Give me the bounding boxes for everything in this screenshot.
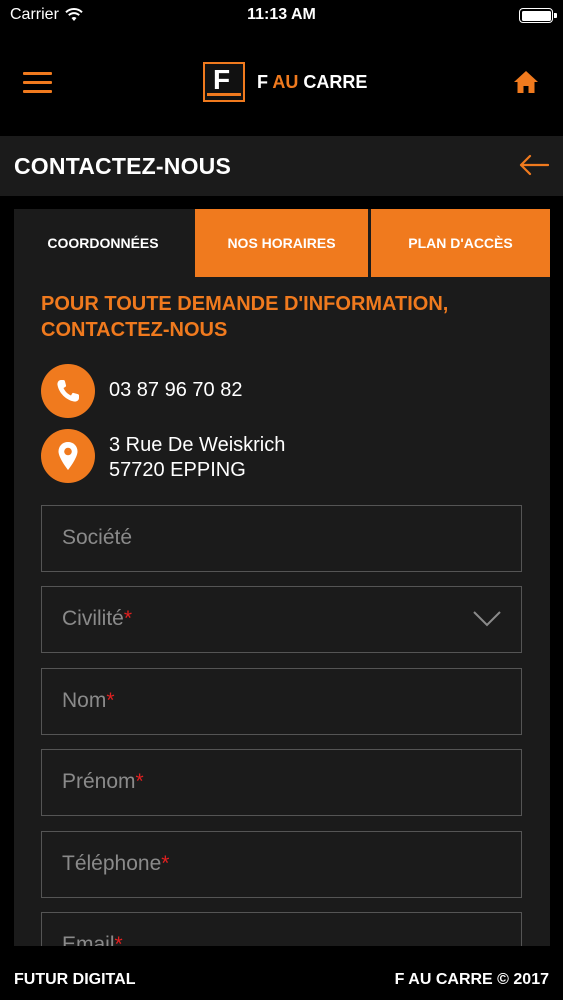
field-placeholder: Nom* [62,689,115,712]
field-placeholder: Email* [62,933,123,946]
tab-plan-acces[interactable]: PLAN D'ACCÈS [371,209,550,277]
menu-icon[interactable] [23,72,52,94]
intro-line-2: CONTACTEZ-NOUS [41,319,228,341]
nom-field[interactable]: Nom* [41,668,522,735]
brand-prefix: F [257,71,273,92]
brand-name: F AU CARRE [257,72,367,93]
societe-field[interactable]: Société [41,505,522,572]
app-header: F F AU CARRE [0,30,563,136]
phone-icon [41,364,95,418]
field-placeholder: Téléphone* [62,852,170,875]
chevron-down-icon [473,611,501,627]
required-marker: * [123,607,133,630]
required-marker: * [114,933,123,946]
address: 3 Rue De Weiskrich 57720 EPPING [109,433,285,483]
intro-line-1: POUR TOUTE DEMANDE D'INFORMATION, [41,293,449,315]
footer-credit: FUTUR DIGITAL [14,971,136,988]
civilite-select[interactable]: Civilité* [41,586,522,653]
field-placeholder: Civilité* [62,607,133,630]
page-title: CONTACTEZ-NOUS [14,153,232,179]
address-line-1: 3 Rue De Weiskrich [109,434,286,456]
back-arrow-icon[interactable] [519,153,549,177]
tab-coordonnees[interactable]: COORDONNÉES [14,209,192,277]
required-marker: * [135,770,144,793]
battery-icon [519,8,557,23]
contact-panel: COORDONNÉES NOS HORAIRES PLAN D'ACCÈS PO… [14,209,550,946]
required-marker: * [106,689,115,712]
footer-copyright: F AU CARRE © 2017 [394,971,549,988]
brand-logo: F [203,62,245,102]
brand-suffix: CARRE [298,71,368,92]
tab-bar: COORDONNÉES NOS HORAIRES PLAN D'ACCÈS [14,209,550,277]
address-line-2: 57720 EPPING [109,459,246,481]
required-marker: * [161,852,170,875]
brand-accent: AU [272,71,299,92]
telephone-field[interactable]: Téléphone* [41,831,522,898]
contact-intro: POUR TOUTE DEMANDE D'INFORMATION, CONTAC… [41,291,521,343]
title-bar: CONTACTEZ-NOUS [0,136,563,196]
home-icon[interactable] [513,70,539,94]
prenom-field[interactable]: Prénom* [41,749,522,816]
status-bar: Carrier 11:13 AM [0,0,563,30]
phone-number[interactable]: 03 87 96 70 82 [109,378,242,403]
field-placeholder: Prénom* [62,770,144,793]
brand[interactable]: F F AU CARRE [203,60,367,104]
tab-nos-horaires[interactable]: NOS HORAIRES [195,209,368,277]
footer: FUTUR DIGITAL F AU CARRE © 2017 [0,946,563,1000]
location-pin-icon [41,429,95,483]
phone-row[interactable]: 03 87 96 70 82 [41,364,242,418]
address-row[interactable]: 3 Rue De Weiskrich 57720 EPPING [41,429,285,483]
email-field[interactable]: Email* [41,912,522,946]
field-placeholder: Société [62,526,133,549]
clock: 11:13 AM [247,6,316,23]
logo-letter: F [213,64,231,95]
